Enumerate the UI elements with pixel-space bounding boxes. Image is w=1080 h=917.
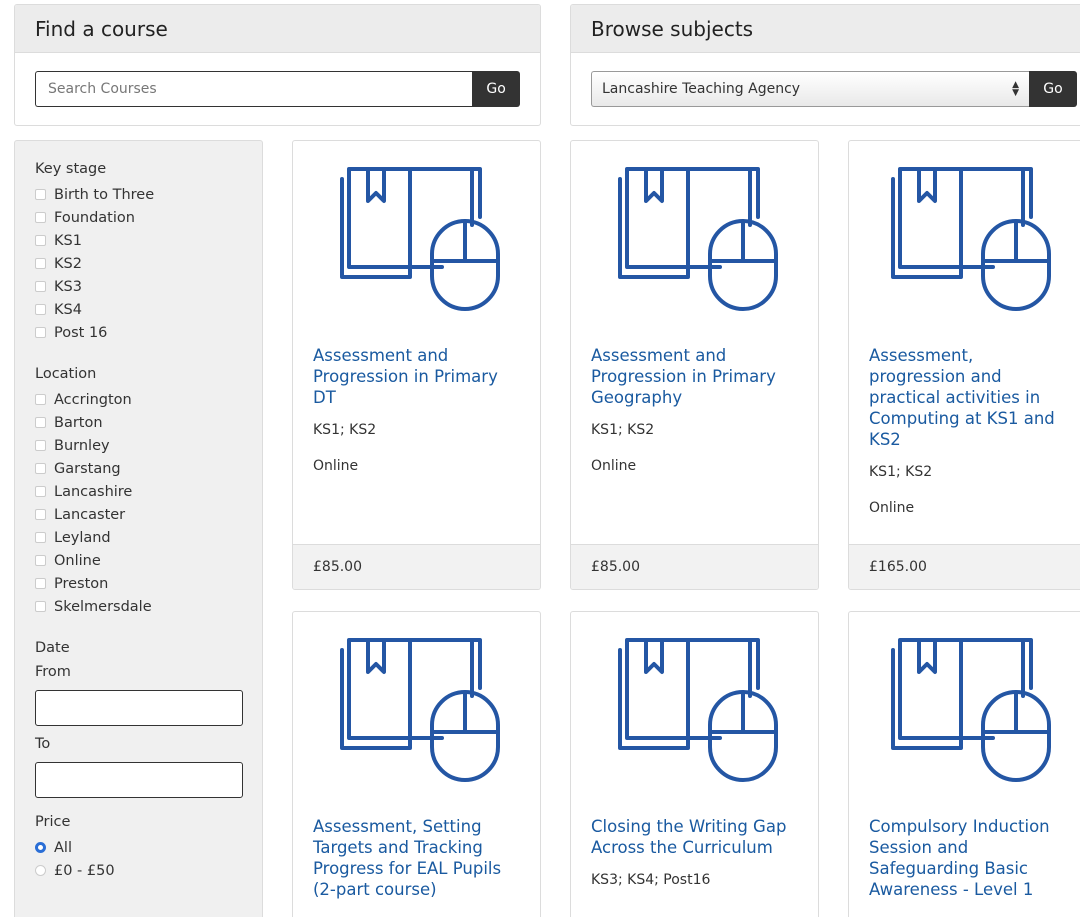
filter-key-stage: Key stage Birth to Three Foundation KS1 … [35, 161, 242, 344]
find-course-title: Find a course [15, 5, 540, 53]
book-and-mouse-icon [332, 157, 502, 312]
filter-option-garstang[interactable]: Garstang [35, 457, 242, 480]
course-price: £85.00 [571, 544, 818, 589]
course-card[interactable]: Assessment and Progression in Primary Ge… [570, 140, 819, 590]
filter-option-birth-to-three[interactable]: Birth to Three [35, 183, 242, 206]
checkbox[interactable] [35, 532, 46, 543]
subject-select[interactable]: Lancashire Teaching Agency ▲ ▼ [591, 71, 1029, 107]
checkbox[interactable] [35, 417, 46, 428]
course-delivery-mode: Online [869, 500, 915, 516]
course-card[interactable]: Assessment, progression and practical ac… [848, 140, 1080, 590]
course-price: £85.00 [293, 544, 540, 589]
filter-option-burnley[interactable]: Burnley [35, 434, 242, 457]
filter-option-ks3[interactable]: KS3 [35, 275, 242, 298]
course-key-stages: KS1; KS2 [591, 422, 655, 438]
filter-option-ks2[interactable]: KS2 [35, 252, 242, 275]
filter-option-skelmersdale[interactable]: Skelmersdale [35, 595, 242, 618]
course-delivery-mode: Online [591, 458, 637, 474]
checkbox[interactable] [35, 486, 46, 497]
browse-subjects-panel: Browse subjects Lancashire Teaching Agen… [570, 4, 1080, 126]
date-from-input[interactable] [35, 690, 243, 726]
price-option-all[interactable]: All [35, 836, 242, 859]
subject-select-value: Lancashire Teaching Agency [602, 81, 801, 97]
filter-date: Date From To [35, 640, 243, 798]
filter-key-stage-title: Key stage [35, 161, 107, 177]
book-and-mouse-icon [610, 157, 780, 312]
checkbox[interactable] [35, 601, 46, 612]
browse-subjects-title: Browse subjects [571, 5, 1080, 53]
course-key-stages: KS3; KS4; Post16 [591, 872, 711, 888]
course-card[interactable]: Compulsory Induction Session and Safegua… [848, 611, 1080, 917]
filter-price: Price All £0 - £50 [35, 814, 242, 882]
course-title-link[interactable]: Assessment and Progression in Primary DT [313, 345, 520, 408]
course-card[interactable]: Closing the Writing Gap Across the Curri… [570, 611, 819, 917]
course-title-link[interactable]: Closing the Writing Gap Across the Curri… [591, 816, 798, 858]
radio[interactable] [35, 865, 46, 876]
book-and-mouse-icon [610, 628, 780, 783]
filter-option-post-16[interactable]: Post 16 [35, 321, 242, 344]
select-arrows-icon: ▲ ▼ [1012, 80, 1019, 98]
filter-option-ks1[interactable]: KS1 [35, 229, 242, 252]
checkbox[interactable] [35, 463, 46, 474]
browse-go-button[interactable]: Go [1029, 71, 1077, 107]
checkbox[interactable] [35, 258, 46, 269]
course-title-link[interactable]: Compulsory Induction Session and Safegua… [869, 816, 1067, 900]
price-option-0-50[interactable]: £0 - £50 [35, 859, 242, 882]
course-key-stages: KS1; KS2 [313, 422, 377, 438]
date-to-input[interactable] [35, 762, 243, 798]
course-title-link[interactable]: Assessment, Setting Targets and Tracking… [313, 816, 520, 900]
filter-option-foundation[interactable]: Foundation [35, 206, 242, 229]
checkbox[interactable] [35, 509, 46, 520]
book-and-mouse-icon [883, 628, 1053, 783]
filter-option-barton[interactable]: Barton [35, 411, 242, 434]
search-go-button[interactable]: Go [472, 71, 520, 107]
radio-selected[interactable] [35, 842, 46, 853]
checkbox[interactable] [35, 555, 46, 566]
filter-location: Location Accrington Barton Burnley Garst… [35, 366, 242, 618]
course-title-link[interactable]: Assessment, progression and practical ac… [869, 345, 1067, 450]
course-key-stages: KS1; KS2 [869, 464, 933, 480]
checkbox[interactable] [35, 578, 46, 589]
filter-option-leyland[interactable]: Leyland [35, 526, 242, 549]
course-title-link[interactable]: Assessment and Progression in Primary Ge… [591, 345, 798, 408]
course-card[interactable]: Assessment, Setting Targets and Tracking… [292, 611, 541, 917]
filter-option-preston[interactable]: Preston [35, 572, 242, 595]
search-input[interactable] [35, 71, 473, 107]
filter-date-title: Date [35, 640, 70, 656]
checkbox[interactable] [35, 235, 46, 246]
filter-sidebar: Key stage Birth to Three Foundation KS1 … [14, 140, 263, 917]
book-and-mouse-icon [883, 157, 1053, 312]
checkbox[interactable] [35, 327, 46, 338]
filter-price-title: Price [35, 814, 71, 830]
date-to-label: To [35, 736, 51, 752]
filter-option-accrington[interactable]: Accrington [35, 388, 242, 411]
course-delivery-mode: Online [313, 458, 359, 474]
filter-option-lancashire[interactable]: Lancashire [35, 480, 242, 503]
book-and-mouse-icon [332, 628, 502, 783]
date-from-label: From [35, 664, 71, 680]
filter-option-online[interactable]: Online [35, 549, 242, 572]
find-course-panel: Find a course Go [14, 4, 541, 126]
checkbox[interactable] [35, 304, 46, 315]
checkbox[interactable] [35, 440, 46, 451]
filter-option-lancaster[interactable]: Lancaster [35, 503, 242, 526]
checkbox[interactable] [35, 281, 46, 292]
checkbox[interactable] [35, 189, 46, 200]
filter-location-title: Location [35, 366, 97, 382]
course-card[interactable]: Assessment and Progression in Primary DT… [292, 140, 541, 590]
checkbox[interactable] [35, 394, 46, 405]
filter-option-ks4[interactable]: KS4 [35, 298, 242, 321]
checkbox[interactable] [35, 212, 46, 223]
course-price: £165.00 [849, 544, 1080, 589]
